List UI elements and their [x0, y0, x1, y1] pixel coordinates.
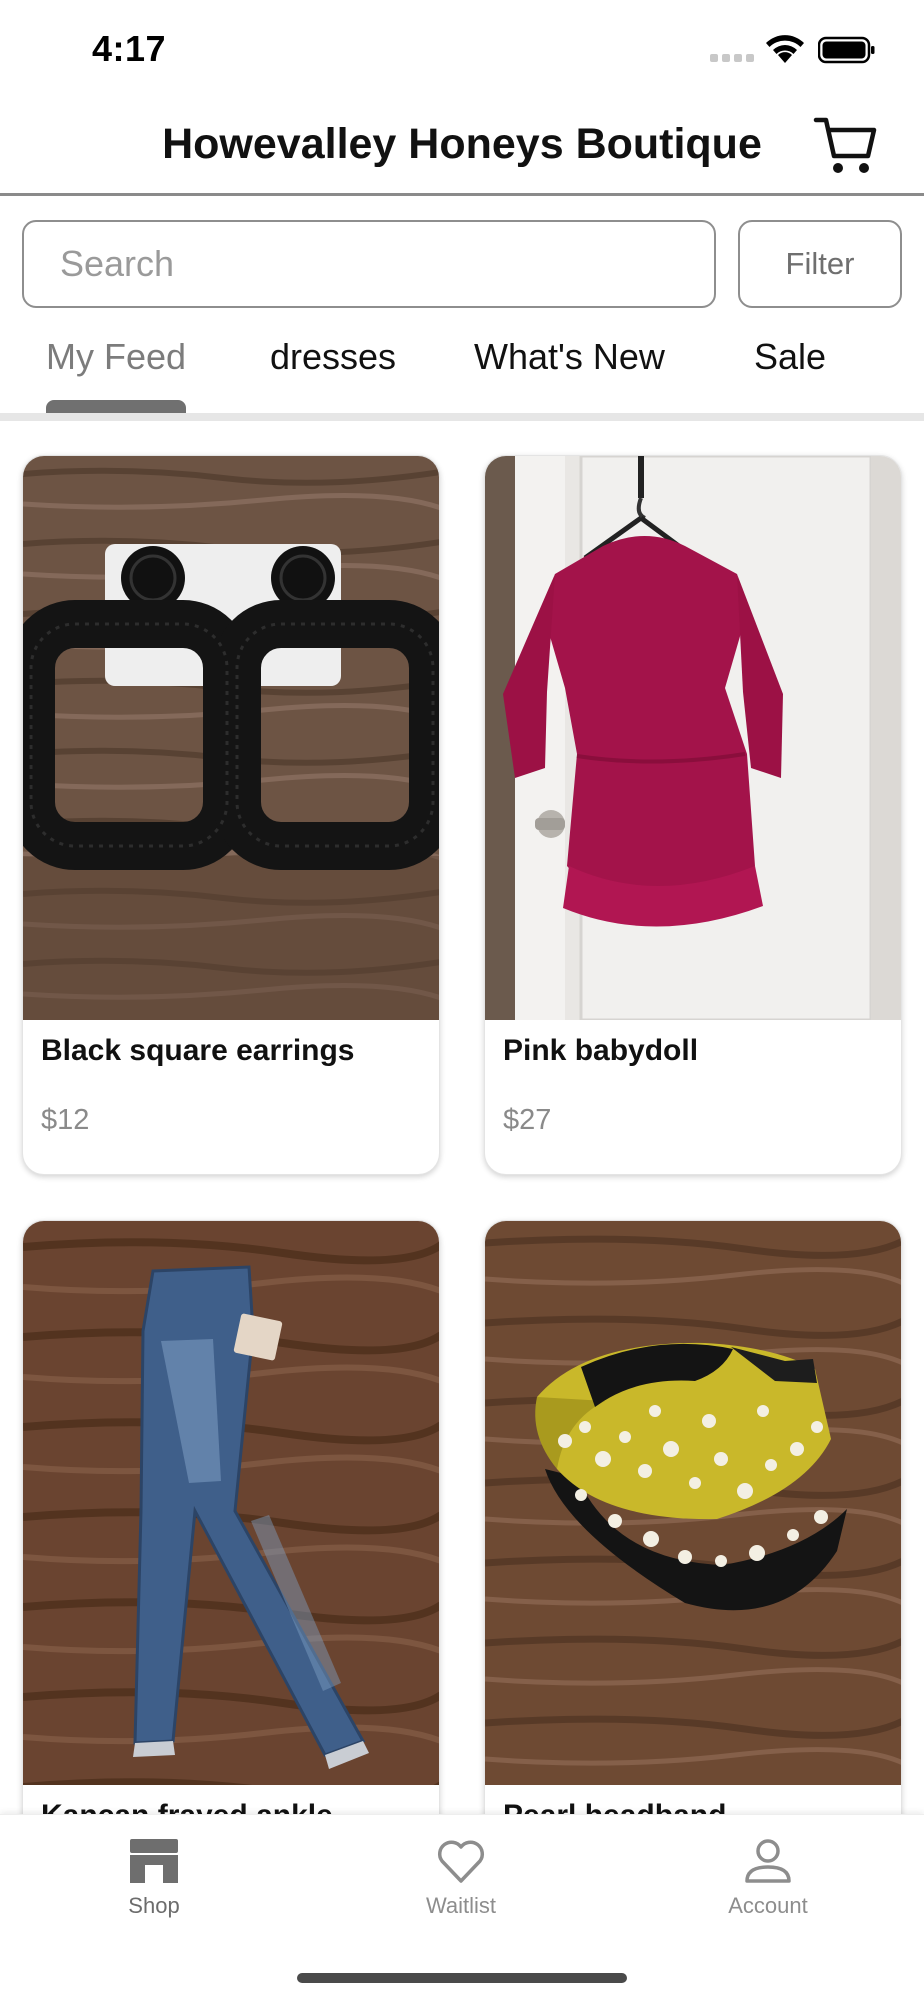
cellular-signal-icon: [710, 54, 754, 62]
tab-sale[interactable]: Sale: [754, 336, 826, 378]
tab-my-feed[interactable]: My Feed: [46, 336, 186, 378]
nav-account[interactable]: Account: [688, 1837, 848, 1947]
battery-icon: [818, 36, 875, 64]
product-name: Black square earrings: [41, 1034, 355, 1067]
cart-button[interactable]: [812, 114, 880, 178]
store-icon: [130, 1839, 178, 1883]
tabs-divider: [0, 413, 924, 421]
product-card[interactable]: Black square earrings $12: [22, 455, 440, 1175]
product-image: [23, 1221, 439, 1785]
status-time: 4:17: [92, 28, 167, 69]
nav-shop[interactable]: Shop: [74, 1837, 234, 1947]
store-title: Howevalley Honeys Boutique: [162, 120, 762, 168]
nav-waitlist-label: Waitlist: [425, 1893, 497, 1918]
product-card[interactable]: Pink babydoll $27: [484, 455, 902, 1175]
wifi-icon: [766, 35, 804, 63]
bottom-tab-bar: Shop Waitlist Account: [0, 1814, 924, 2000]
tab-dresses[interactable]: dresses: [270, 336, 396, 378]
cart-icon: [813, 117, 877, 173]
status-bar: 4:17: [0, 0, 924, 100]
product-price: $27: [503, 1104, 552, 1136]
product-price: $12: [41, 1104, 90, 1136]
category-tabs: My Feed dresses What's New Sale: [0, 322, 924, 418]
product-image: [485, 456, 901, 1020]
nav-waitlist[interactable]: Waitlist: [381, 1837, 541, 1947]
heart-icon: [437, 1840, 485, 1883]
nav-shop-label: Shop: [128, 1893, 180, 1918]
filter-button[interactable]: Filter: [738, 220, 902, 308]
product-name: Pink babydoll: [503, 1034, 699, 1067]
app-header: Howevalley Honeys Boutique: [0, 100, 924, 196]
nav-account-label: Account: [728, 1893, 808, 1918]
person-icon: [745, 1839, 791, 1883]
product-image: [485, 1221, 901, 1785]
product-image: [23, 456, 439, 1020]
tab-whats-new[interactable]: What's New: [474, 336, 665, 378]
home-indicator: [297, 1973, 627, 1983]
search-input[interactable]: [22, 220, 716, 308]
